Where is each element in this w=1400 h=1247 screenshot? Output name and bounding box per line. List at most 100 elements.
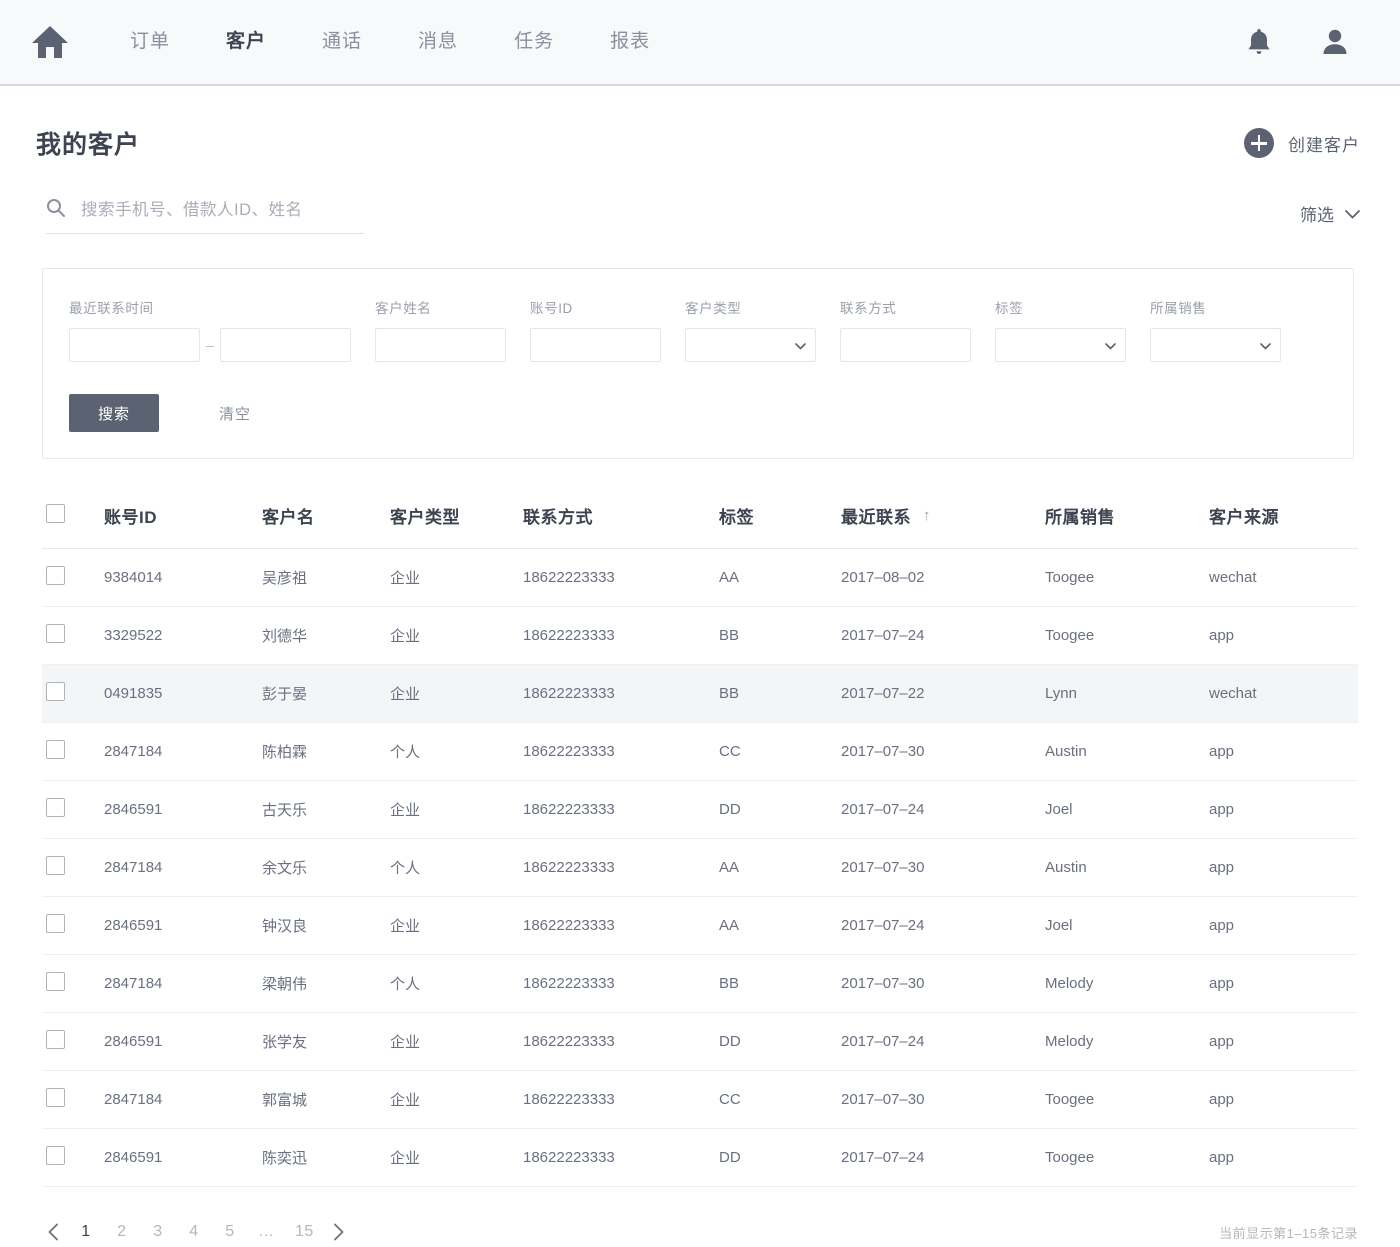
nav-item-orders[interactable]: 订单 bbox=[102, 0, 198, 85]
sort-ascending-icon[interactable]: ↑ bbox=[923, 507, 931, 524]
table-row[interactable]: 9384014 吴彦祖 企业 18622223333 AA 2017–08–02… bbox=[42, 548, 1358, 607]
filter-fields: 最近联系时间 – 客户姓名 账号ID 客户类型 联系方式 标签 所属销售 bbox=[69, 297, 1327, 362]
filter-tag: 标签 bbox=[995, 297, 1126, 362]
page-button-last[interactable]: 15 bbox=[290, 1223, 319, 1241]
cell-customer-source: app bbox=[1209, 1070, 1358, 1129]
filter-date-from-input[interactable] bbox=[69, 328, 200, 362]
column-header-customer-source[interactable]: 客户来源 bbox=[1209, 503, 1358, 549]
page-button-4[interactable]: 4 bbox=[181, 1223, 207, 1241]
cell-customer-source: app bbox=[1209, 780, 1358, 839]
column-header-tag[interactable]: 标签 bbox=[719, 503, 841, 549]
cell-tag: CC bbox=[719, 722, 841, 781]
create-customer-button[interactable]: 创建客户 bbox=[1244, 128, 1360, 158]
nav-item-calls[interactable]: 通话 bbox=[294, 0, 390, 85]
nav-item-customers[interactable]: 客户 bbox=[198, 0, 294, 85]
row-checkbox[interactable] bbox=[46, 856, 65, 875]
cell-customer-source: app bbox=[1209, 838, 1358, 897]
nav-item-messages[interactable]: 消息 bbox=[390, 0, 486, 85]
bell-icon[interactable] bbox=[1242, 25, 1276, 59]
column-header-last-contact[interactable]: 最近联系 ↑ bbox=[841, 503, 1045, 549]
chevron-down-icon bbox=[1105, 337, 1116, 353]
row-select-cell bbox=[42, 1012, 104, 1071]
cell-tag: DD bbox=[719, 780, 841, 839]
page-button-5[interactable]: 5 bbox=[217, 1223, 243, 1241]
chevron-left-icon[interactable] bbox=[38, 1217, 68, 1247]
chevron-right-icon[interactable] bbox=[324, 1217, 354, 1247]
filter-toggle[interactable]: 筛选 bbox=[1300, 201, 1360, 234]
filter-customer-type-select[interactable] bbox=[685, 328, 816, 362]
filter-tag-select[interactable] bbox=[995, 328, 1126, 362]
table-row[interactable]: 2846591 钟汉良 企业 18622223333 AA 2017–07–24… bbox=[42, 896, 1358, 955]
nav-item-tasks[interactable]: 任务 bbox=[486, 0, 582, 85]
filter-customer-name: 客户姓名 bbox=[375, 297, 506, 362]
filter-customer-name-input[interactable] bbox=[375, 328, 506, 362]
search-box[interactable] bbox=[46, 198, 364, 234]
page-title: 我的客户 bbox=[36, 131, 141, 159]
cell-last-contact: 2017–07–30 bbox=[841, 954, 1045, 1013]
cell-contact: 18622223333 bbox=[523, 606, 719, 665]
row-checkbox[interactable] bbox=[46, 972, 65, 991]
cell-customer-name: 吴彦祖 bbox=[262, 548, 390, 607]
row-checkbox[interactable] bbox=[46, 1030, 65, 1049]
column-header-contact[interactable]: 联系方式 bbox=[523, 503, 719, 549]
column-header-sales-owner[interactable]: 所属销售 bbox=[1045, 503, 1209, 549]
table-row[interactable]: 2846591 张学友 企业 18622223333 DD 2017–07–24… bbox=[42, 1012, 1358, 1071]
table-body: 9384014 吴彦祖 企业 18622223333 AA 2017–08–02… bbox=[42, 548, 1358, 1187]
customer-table: 账号ID 客户名 客户类型 联系方式 标签 最近联系 ↑ 所属销售 客户来源 9… bbox=[42, 503, 1358, 1187]
row-checkbox[interactable] bbox=[46, 798, 65, 817]
filter-sales-owner-select[interactable] bbox=[1150, 328, 1281, 362]
row-checkbox[interactable] bbox=[46, 624, 65, 643]
cell-contact: 18622223333 bbox=[523, 1012, 719, 1071]
cell-last-contact: 2017–07–24 bbox=[841, 1012, 1045, 1071]
row-select-cell bbox=[42, 838, 104, 897]
filter-date-to-input[interactable] bbox=[220, 328, 351, 362]
cell-customer-type: 个人 bbox=[390, 954, 523, 1013]
table-row[interactable]: 0491835 彭于晏 企业 18622223333 BB 2017–07–22… bbox=[42, 664, 1358, 723]
filter-customer-type-label: 客户类型 bbox=[685, 301, 742, 316]
table-row[interactable]: 2846591 陈奕迅 企业 18622223333 DD 2017–07–24… bbox=[42, 1128, 1358, 1187]
row-checkbox[interactable] bbox=[46, 566, 65, 585]
row-checkbox[interactable] bbox=[46, 740, 65, 759]
row-checkbox[interactable] bbox=[46, 682, 65, 701]
row-checkbox[interactable] bbox=[46, 1146, 65, 1165]
cell-account-id: 2847184 bbox=[104, 722, 262, 781]
cell-last-contact: 2017–07–24 bbox=[841, 780, 1045, 839]
cell-account-id: 9384014 bbox=[104, 548, 262, 607]
filter-account-id: 账号ID bbox=[530, 297, 661, 362]
page-button-1[interactable]: 1 bbox=[73, 1223, 99, 1241]
cell-account-id: 2846591 bbox=[104, 780, 262, 839]
filter-customer-name-label: 客户姓名 bbox=[375, 301, 432, 316]
row-checkbox[interactable] bbox=[46, 1088, 65, 1107]
select-all-checkbox[interactable] bbox=[46, 503, 65, 523]
home-icon[interactable] bbox=[28, 20, 72, 64]
filter-search-button[interactable]: 搜索 bbox=[69, 394, 159, 432]
filter-date-range-label: 最近联系时间 bbox=[69, 301, 154, 316]
cell-customer-name: 古天乐 bbox=[262, 780, 390, 839]
table-row[interactable]: 2847184 梁朝伟 个人 18622223333 BB 2017–07–30… bbox=[42, 954, 1358, 1013]
page-button-3[interactable]: 3 bbox=[145, 1223, 171, 1241]
user-avatar-icon[interactable] bbox=[1318, 25, 1352, 59]
table-row[interactable]: 3329522 刘德华 企业 18622223333 BB 2017–07–24… bbox=[42, 606, 1358, 665]
cell-customer-type: 个人 bbox=[390, 838, 523, 897]
row-checkbox[interactable] bbox=[46, 914, 65, 933]
search-input[interactable] bbox=[79, 199, 364, 221]
cell-sales-owner: Joel bbox=[1045, 896, 1209, 955]
table-row[interactable]: 2847184 郭富城 企业 18622223333 CC 2017–07–30… bbox=[42, 1070, 1358, 1129]
chevron-down-icon bbox=[1345, 204, 1360, 224]
table-row[interactable]: 2847184 陈柏霖 个人 18622223333 CC 2017–07–30… bbox=[42, 722, 1358, 781]
cell-account-id: 2847184 bbox=[104, 838, 262, 897]
nav-item-reports[interactable]: 报表 bbox=[582, 0, 678, 85]
page-button-2[interactable]: 2 bbox=[109, 1223, 135, 1241]
filter-account-id-label: 账号ID bbox=[530, 301, 573, 316]
filter-clear-button[interactable]: 清空 bbox=[213, 402, 257, 425]
row-select-cell bbox=[42, 954, 104, 1013]
column-header-customer-name[interactable]: 客户名 bbox=[262, 503, 390, 549]
filter-contact-input[interactable] bbox=[840, 328, 971, 362]
filter-account-id-input[interactable] bbox=[530, 328, 661, 362]
cell-account-id: 2846591 bbox=[104, 896, 262, 955]
table-row[interactable]: 2846591 古天乐 企业 18622223333 DD 2017–07–24… bbox=[42, 780, 1358, 839]
cell-customer-type: 企业 bbox=[390, 1070, 523, 1129]
column-header-account-id[interactable]: 账号ID bbox=[104, 503, 262, 549]
column-header-customer-type[interactable]: 客户类型 bbox=[390, 503, 523, 549]
table-row[interactable]: 2847184 余文乐 个人 18622223333 AA 2017–07–30… bbox=[42, 838, 1358, 897]
